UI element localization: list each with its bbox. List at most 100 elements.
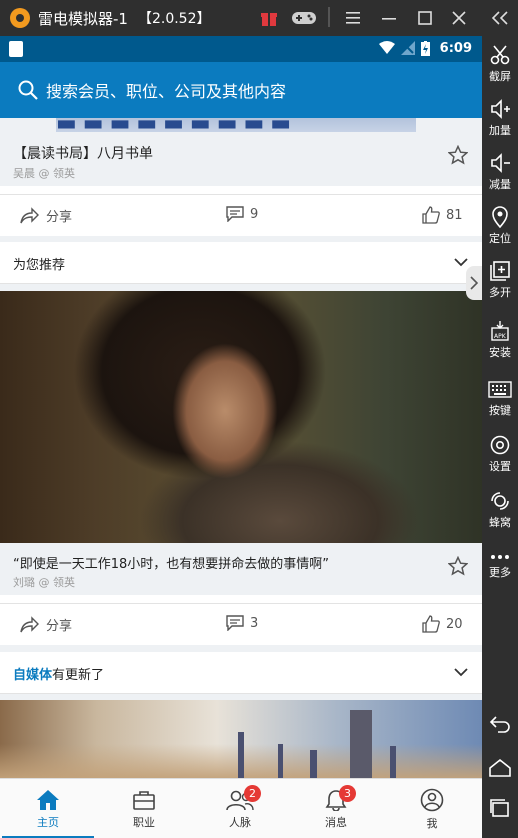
- star-icon[interactable]: [448, 145, 468, 165]
- gamepad-icon[interactable]: [290, 7, 318, 29]
- castle-spire: [278, 744, 283, 778]
- comment-count: 9: [250, 206, 259, 222]
- sidebar-item-label: 按键: [489, 404, 511, 417]
- post-image-castle[interactable]: [0, 700, 482, 778]
- nav-profile[interactable]: 我: [384, 779, 480, 838]
- share-button[interactable]: 分享: [20, 206, 72, 225]
- multi-window-icon: [490, 261, 510, 281]
- like-count: 81: [446, 207, 463, 223]
- back-button[interactable]: [482, 714, 518, 736]
- maximize-icon[interactable]: [416, 7, 434, 29]
- briefcase-icon: [133, 790, 155, 810]
- sidebar-item-volume-up[interactable]: 加量: [482, 98, 518, 138]
- home-outline-icon: [489, 758, 511, 777]
- search-placeholder: 搜索会员、职位、公司及其他内容: [46, 82, 287, 101]
- sidebar-item-multi-instance[interactable]: 多开: [482, 260, 518, 300]
- search-bar[interactable]: 搜索会员、职位、公司及其他内容: [0, 62, 482, 118]
- sidebar-item-cellular[interactable]: 蜂窝: [482, 490, 518, 530]
- post-title[interactable]: 【晨读书局】八月书单: [13, 143, 153, 163]
- floating-edge-tab[interactable]: [466, 266, 482, 300]
- battery-icon: [421, 41, 430, 56]
- like-button[interactable]: 81: [422, 206, 463, 224]
- castle-spire: [390, 746, 396, 778]
- section-title-accent: 自媒体: [13, 668, 53, 683]
- post-author[interactable]: 吴晨 @ 领英: [13, 165, 75, 181]
- keyboard-icon: [488, 381, 512, 398]
- self-media-header[interactable]: 自媒体有更新了: [0, 652, 482, 694]
- emulator-title-bar: 雷电模拟器-1 【2.0.52】: [0, 0, 518, 36]
- recent-apps-button[interactable]: [482, 798, 518, 820]
- home-button[interactable]: [482, 758, 518, 780]
- sidebar-item-label: 蜂窝: [489, 516, 511, 529]
- post-author[interactable]: 刘璐 @ 领英: [13, 574, 75, 590]
- sidebar-item-screenshot[interactable]: 截屏: [482, 44, 518, 84]
- profile-icon: [420, 788, 444, 811]
- post-image-girl[interactable]: [0, 291, 482, 543]
- share-button[interactable]: 分享: [20, 615, 72, 634]
- collapse-sidebar-icon[interactable]: [488, 7, 512, 29]
- nav-label: 职业: [133, 815, 155, 829]
- nav-messages[interactable]: 消息 3: [288, 779, 384, 838]
- home-icon: [37, 789, 59, 810]
- bottom-navigation: 主页 职业 人脉 2 消息 3 我: [0, 778, 482, 838]
- app-notification-icon: [9, 41, 23, 57]
- status-icons: [379, 41, 430, 56]
- notification-badge: 3: [339, 785, 356, 802]
- castle-tower: [350, 710, 372, 778]
- emulator-logo-icon: [10, 8, 30, 28]
- sidebar-item-keyboard[interactable]: 按键: [482, 380, 518, 418]
- volume-up-icon: [491, 99, 510, 119]
- news-feed[interactable]: ▬▬▬▬▬▬▬▬▬ 【晨读书局】八月书单 吴晨 @ 领英 分享 9 81 为您推…: [0, 118, 482, 778]
- emulator-app-name: 雷电模拟器-1: [38, 9, 128, 28]
- notification-badge: 2: [244, 785, 261, 802]
- recommend-header[interactable]: 为您推荐: [0, 242, 482, 284]
- signal-icon: [401, 41, 415, 55]
- section-title-rest: 有更新了: [52, 668, 105, 683]
- nav-label: 我: [426, 816, 438, 830]
- menu-icon[interactable]: [344, 7, 362, 29]
- castle-spire: [310, 750, 317, 778]
- sidebar-item-label: 定位: [489, 232, 511, 245]
- comment-icon: [226, 615, 244, 631]
- post-header-recommend[interactable]: “即使是一天工作18小时，也有想要拼命去做的事情啊” 刘璐 @ 领英: [0, 543, 482, 595]
- thumbs-up-icon: [422, 615, 440, 633]
- location-icon: [492, 206, 508, 228]
- chevron-down-icon[interactable]: [454, 258, 468, 267]
- chevron-down-icon[interactable]: [454, 668, 468, 677]
- share-icon: [20, 206, 39, 223]
- like-button[interactable]: 20: [422, 615, 463, 633]
- emulator-window: 雷电模拟器-1 【2.0.52】 截屏 加量 减量 定位 多开 APK 安装 按…: [0, 0, 518, 838]
- post-header-book-list[interactable]: ▬▬▬▬▬▬▬▬▬ 【晨读书局】八月书单 吴晨 @ 领英: [0, 118, 482, 186]
- comment-button[interactable]: 9: [226, 206, 258, 222]
- nav-label: 消息: [325, 815, 347, 829]
- minimize-icon[interactable]: [380, 7, 398, 29]
- sidebar-item-location[interactable]: 定位: [482, 206, 518, 246]
- sidebar-item-install-apk[interactable]: APK 安装: [482, 320, 518, 360]
- search-icon: [18, 80, 38, 100]
- sidebar-item-label: 加量: [489, 124, 511, 137]
- sidebar-item-volume-down[interactable]: 减量: [482, 152, 518, 192]
- title-divider: [328, 7, 330, 27]
- sidebar-item-label: 更多: [489, 566, 511, 579]
- sidebar-item-more[interactable]: 更多: [482, 552, 518, 580]
- nav-jobs[interactable]: 职业: [96, 779, 192, 838]
- nav-network[interactable]: 人脉 2: [192, 779, 288, 838]
- nav-home[interactable]: 主页: [0, 779, 96, 838]
- android-screen: 6:09 搜索会员、职位、公司及其他内容 ▬▬▬▬▬▬▬▬▬ 【晨读书局】八月书…: [0, 36, 482, 838]
- thumbs-up-icon: [422, 206, 440, 224]
- gift-icon[interactable]: [258, 7, 280, 29]
- star-icon[interactable]: [448, 556, 468, 576]
- back-arrow-icon: [489, 716, 510, 733]
- post-cover-image-crop: ▬▬▬▬▬▬▬▬▬: [56, 118, 416, 132]
- emulator-sidebar: 截屏 加量 减量 定位 多开 APK 安装 按键 设置 蜂窝 更多: [482, 36, 518, 838]
- comment-button[interactable]: 3: [226, 615, 258, 631]
- sidebar-item-settings[interactable]: 设置: [482, 434, 518, 474]
- post-actions-bar: 分享 9 81: [0, 194, 482, 236]
- close-icon[interactable]: [450, 7, 468, 29]
- cellular-icon: [491, 492, 509, 510]
- comment-count: 3: [250, 615, 259, 631]
- sidebar-item-label: 设置: [489, 460, 511, 473]
- post-title[interactable]: “即使是一天工作18小时，也有想要拼命去做的事情啊”: [13, 553, 329, 572]
- sidebar-item-label: 安装: [489, 346, 511, 359]
- comment-icon: [226, 206, 244, 222]
